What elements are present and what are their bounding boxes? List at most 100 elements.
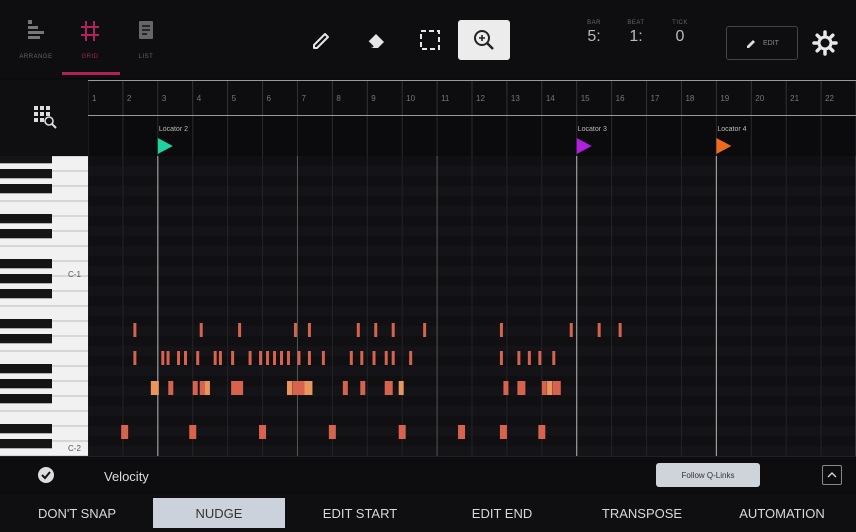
metronome-check-icon[interactable] <box>36 465 56 485</box>
midi-note[interactable] <box>238 381 244 395</box>
midi-note[interactable] <box>541 381 547 395</box>
midi-note[interactable] <box>286 351 290 365</box>
midi-note[interactable] <box>597 323 601 337</box>
piano-black-key[interactable] <box>0 259 52 269</box>
piano-black-key[interactable] <box>0 169 52 179</box>
automation-button[interactable]: AUTOMATION <box>712 498 852 528</box>
piano-black-key[interactable] <box>0 394 52 404</box>
midi-note[interactable] <box>384 351 388 365</box>
piano-black-key[interactable] <box>0 424 52 434</box>
midi-note[interactable] <box>569 323 573 337</box>
midi-note[interactable] <box>218 351 222 365</box>
midi-note[interactable] <box>259 351 263 365</box>
edit-end-button[interactable]: EDIT END <box>432 498 572 528</box>
midi-note[interactable] <box>273 351 277 365</box>
midi-note[interactable] <box>538 425 546 439</box>
midi-note[interactable] <box>161 351 165 365</box>
midi-note[interactable] <box>503 381 509 395</box>
piano-keys[interactable] <box>0 156 88 456</box>
mode-grid-button[interactable]: GRID <box>62 14 118 72</box>
midi-note[interactable] <box>133 323 137 337</box>
midi-note[interactable] <box>499 425 507 439</box>
beat-position[interactable]: BEAT 1: <box>616 20 656 46</box>
midi-note[interactable] <box>196 351 200 365</box>
midi-note[interactable] <box>538 351 542 365</box>
midi-note[interactable] <box>168 381 174 395</box>
midi-note[interactable] <box>286 381 292 395</box>
edit-start-button[interactable]: EDIT START <box>290 498 430 528</box>
midi-note[interactable] <box>349 351 353 365</box>
midi-note[interactable] <box>204 381 210 395</box>
tick-position[interactable]: TICK 0 <box>660 20 700 46</box>
midi-note[interactable] <box>259 425 267 439</box>
edit-button[interactable]: EDIT <box>726 26 798 60</box>
midi-note[interactable] <box>280 351 283 365</box>
midi-note[interactable] <box>328 425 336 439</box>
midi-note[interactable] <box>248 351 252 365</box>
midi-note[interactable] <box>360 381 366 395</box>
midi-note[interactable] <box>499 351 503 365</box>
midi-note[interactable] <box>527 351 531 365</box>
midi-note[interactable] <box>517 351 521 365</box>
locator-marker[interactable] <box>716 138 732 154</box>
piano-black-key[interactable] <box>0 156 52 164</box>
midi-note[interactable] <box>372 351 376 365</box>
piano-black-key[interactable] <box>0 214 52 224</box>
piano-black-key[interactable] <box>0 229 52 239</box>
midi-note[interactable] <box>458 425 466 439</box>
zoom-tool-button[interactable] <box>458 20 510 60</box>
midi-note[interactable] <box>374 323 378 337</box>
midi-note[interactable] <box>398 425 406 439</box>
midi-note[interactable] <box>266 351 270 365</box>
mode-arrange-button[interactable]: ARRANGE <box>8 14 64 72</box>
midi-note[interactable] <box>177 351 181 365</box>
midi-note[interactable] <box>189 425 197 439</box>
midi-note[interactable] <box>360 351 364 365</box>
midi-note[interactable] <box>297 351 301 365</box>
midi-note[interactable] <box>213 351 217 365</box>
piano-black-key[interactable] <box>0 334 52 344</box>
midi-note[interactable] <box>304 381 313 395</box>
midi-note[interactable] <box>184 351 187 365</box>
expand-button[interactable] <box>822 465 842 485</box>
piano-black-key[interactable] <box>0 319 52 329</box>
timeline-ruler[interactable]: 1234567891011121314151617181920212223 <box>88 80 856 116</box>
midi-note[interactable] <box>307 323 311 337</box>
midi-note[interactable] <box>391 323 395 337</box>
pencil-tool-button[interactable] <box>296 20 348 60</box>
locator-marker[interactable] <box>576 138 592 154</box>
bar-position[interactable]: BAR 5: <box>574 20 614 46</box>
midi-note[interactable] <box>499 323 503 337</box>
nudge-button[interactable]: NUDGE <box>153 498 285 528</box>
piano-black-key[interactable] <box>0 439 52 449</box>
zoom-grid-icon[interactable] <box>32 104 58 130</box>
midi-note[interactable] <box>547 381 553 395</box>
midi-note[interactable] <box>384 381 393 395</box>
gear-icon[interactable] <box>810 28 840 58</box>
midi-note[interactable] <box>133 351 137 365</box>
piano-black-key[interactable] <box>0 289 52 299</box>
midi-note[interactable] <box>121 425 129 439</box>
midi-note[interactable] <box>552 351 556 365</box>
transpose-button[interactable]: TRANSPOSE <box>572 498 712 528</box>
follow-qlinks-button[interactable]: Follow Q-Links <box>656 463 760 487</box>
midi-note[interactable] <box>409 351 413 365</box>
piano-black-key[interactable] <box>0 379 52 389</box>
piano-black-key[interactable] <box>0 274 52 284</box>
midi-note[interactable] <box>342 381 348 395</box>
midi-note[interactable] <box>307 351 311 365</box>
midi-note[interactable] <box>618 323 622 337</box>
midi-note[interactable] <box>192 381 198 395</box>
midi-note[interactable] <box>423 323 427 337</box>
dont-snap-button[interactable]: DON'T SNAP <box>4 498 150 528</box>
midi-note[interactable] <box>321 351 325 365</box>
piano-black-key[interactable] <box>0 184 52 194</box>
mode-list-button[interactable]: LIST <box>118 14 174 72</box>
note-grid[interactable] <box>88 156 856 456</box>
midi-note[interactable] <box>293 323 297 337</box>
midi-note[interactable] <box>231 351 235 365</box>
select-tool-button[interactable] <box>404 20 456 60</box>
midi-note[interactable] <box>199 323 203 337</box>
midi-note[interactable] <box>391 351 395 365</box>
piano-black-key[interactable] <box>0 364 52 374</box>
